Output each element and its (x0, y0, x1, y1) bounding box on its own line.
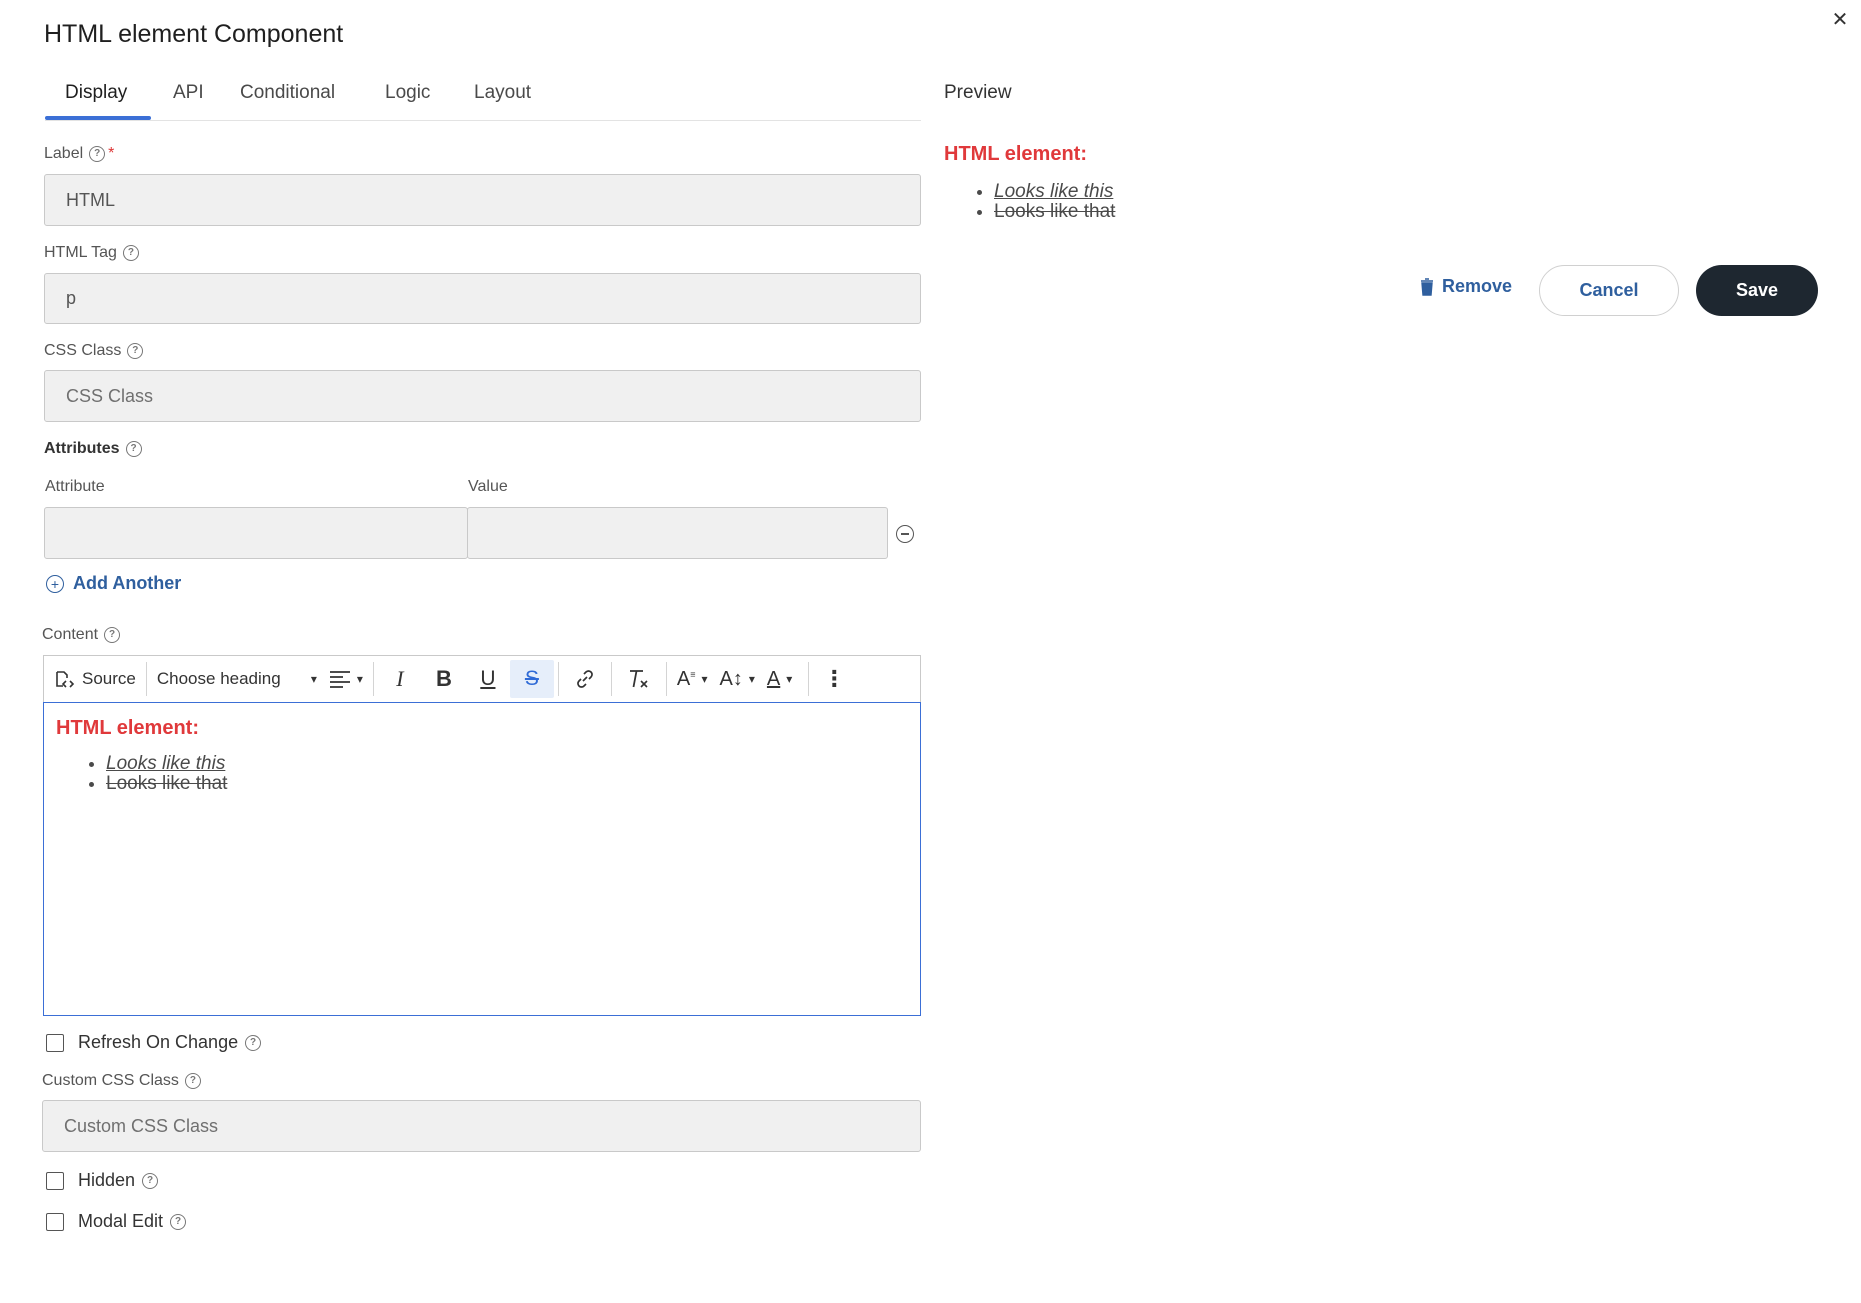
help-icon[interactable]: ? (245, 1034, 262, 1051)
editor-heading: HTML element: (56, 717, 199, 739)
more-options-icon[interactable]: ⋮ (813, 660, 855, 698)
remove-row-icon[interactable] (896, 525, 914, 543)
value-input[interactable] (467, 507, 888, 559)
font-size-icon: A↕ (719, 667, 743, 690)
underline-icon[interactable]: U (466, 660, 510, 698)
help-icon[interactable]: ? (127, 343, 144, 359)
hidden-checkbox[interactable] (46, 1171, 64, 1190)
editor-toolbar: Source Choose heading ▾ ▾ I B U S A≡ ▾ A… (43, 655, 921, 702)
font-family-dropdown[interactable]: A≡ ▾ (671, 660, 714, 698)
alignment-dropdown[interactable]: ▾ (323, 660, 369, 698)
tab-bar: Display API Conditional Logic Layout (45, 74, 921, 121)
help-icon[interactable]: ? (104, 627, 121, 643)
add-another-button[interactable]: + Add Another (46, 573, 181, 594)
attribute-column-header: Attribute (45, 478, 105, 495)
help-icon[interactable]: ? (170, 1213, 187, 1230)
chevron-down-icon: ▾ (356, 672, 363, 686)
source-icon (56, 671, 75, 688)
css-class-input[interactable]: CSS Class (44, 370, 921, 422)
label-field-label: Label ? * (44, 145, 115, 162)
list-item: Looks like this (994, 182, 1544, 202)
preview-list: Looks like this Looks like that (944, 182, 1544, 222)
remove-button[interactable]: Remove (1420, 276, 1512, 297)
remove-format-icon[interactable] (616, 660, 662, 698)
toolbar-separator (610, 662, 612, 696)
list-item: Looks like that (106, 774, 908, 794)
dialog-title: HTML element Component (44, 20, 344, 48)
toolbar-separator (557, 662, 559, 696)
tab-api[interactable]: API (173, 82, 204, 104)
modal-edit-row: Modal Edit ? (46, 1211, 187, 1232)
preview-heading: HTML element: (944, 143, 1087, 165)
toolbar-separator (372, 662, 374, 696)
tab-conditional[interactable]: Conditional (240, 82, 335, 104)
toolbar-separator (808, 662, 810, 696)
help-icon[interactable]: ? (122, 245, 139, 261)
help-icon[interactable]: ? (184, 1073, 201, 1089)
trash-icon (1421, 277, 1433, 296)
content-editor[interactable]: HTML element: Looks like this Looks like… (43, 702, 921, 1016)
font-color-icon: A (766, 667, 781, 690)
help-icon[interactable]: ? (125, 441, 142, 457)
html-tag-input[interactable]: p (44, 273, 921, 324)
close-icon[interactable]: ✕ (1828, 8, 1852, 32)
preview-title: Preview (944, 82, 1012, 103)
content-field-label: Content ? (42, 626, 121, 644)
label-input[interactable]: HTML (44, 174, 921, 226)
tab-layout[interactable]: Layout (474, 82, 531, 104)
toolbar-separator (145, 662, 147, 696)
tab-logic[interactable]: Logic (385, 82, 430, 104)
custom-css-class-input[interactable]: Custom CSS Class (42, 1100, 921, 1152)
active-tab-indicator (45, 116, 151, 120)
editor-list: Looks like this Looks like that (56, 754, 908, 794)
refresh-on-change-checkbox[interactable] (46, 1033, 64, 1052)
font-color-dropdown[interactable]: A ▾ (761, 660, 798, 698)
heading-dropdown[interactable]: Choose heading ▾ (151, 660, 323, 698)
align-left-icon (329, 671, 350, 688)
strikethrough-icon[interactable]: S (509, 660, 554, 698)
save-button[interactable]: Save (1696, 265, 1818, 316)
help-icon[interactable]: ? (142, 1172, 159, 1189)
hidden-row: Hidden ? (46, 1170, 159, 1191)
toolbar-separator (665, 662, 667, 696)
help-icon[interactable]: ? (89, 146, 106, 162)
refresh-on-change-row: Refresh On Change ? (46, 1032, 262, 1053)
font-family-icon: A≡ (676, 667, 696, 690)
modal-edit-checkbox[interactable] (46, 1212, 64, 1231)
bold-icon[interactable]: B (422, 660, 466, 698)
css-class-field-label: CSS Class ? (44, 342, 144, 360)
value-column-header: Value (468, 478, 508, 495)
chevron-down-icon: ▾ (310, 672, 317, 686)
tab-display[interactable]: Display (65, 82, 127, 104)
cancel-button[interactable]: Cancel (1539, 265, 1679, 316)
plus-circle-icon: + (46, 574, 64, 593)
font-size-dropdown[interactable]: A↕ ▾ (714, 660, 761, 698)
italic-icon[interactable]: I (378, 660, 422, 698)
html-tag-field-label: HTML Tag ? (44, 244, 139, 262)
attribute-input[interactable] (44, 507, 468, 559)
attributes-label: Attributes ? (44, 440, 142, 458)
chevron-down-icon: ▾ (701, 672, 708, 686)
chevron-down-icon: ▾ (786, 672, 793, 686)
custom-css-class-field-label: Custom CSS Class ? (42, 1072, 201, 1090)
chevron-down-icon: ▾ (748, 672, 755, 686)
preview-content: HTML element: Looks like this Looks like… (944, 143, 1544, 222)
link-icon[interactable] (563, 660, 607, 698)
list-item: Looks like this (106, 754, 908, 774)
source-button[interactable]: Source (44, 660, 142, 698)
list-item: Looks like that (994, 202, 1544, 222)
required-mark: * (108, 145, 115, 162)
